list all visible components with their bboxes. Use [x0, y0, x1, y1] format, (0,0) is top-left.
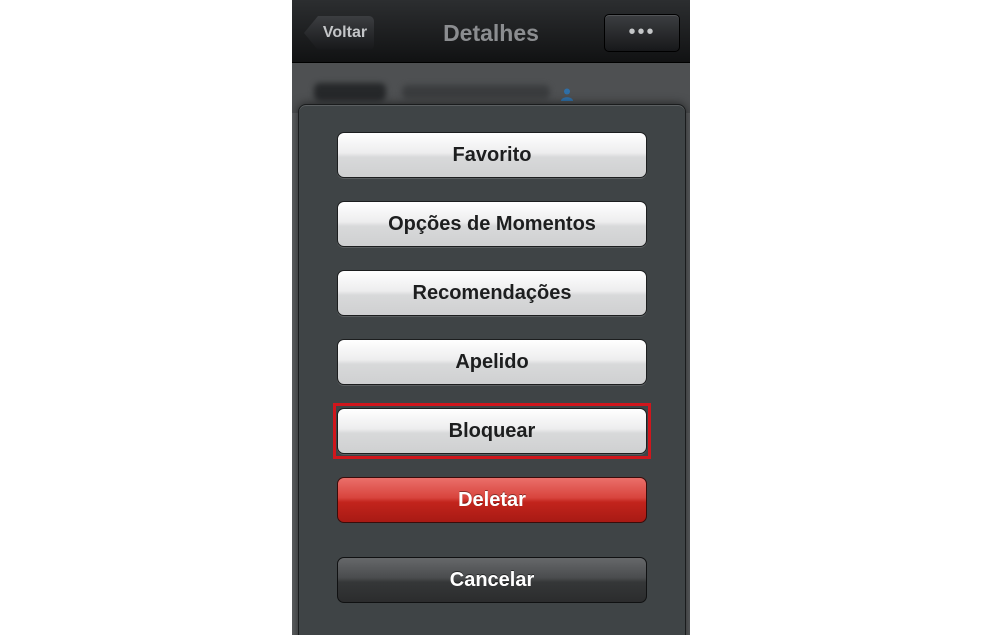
action-sheet: Favorito Opções de Momentos Recomendaçõe… — [298, 104, 686, 635]
navigation-bar: Voltar Detalhes ••• — [292, 0, 690, 63]
person-icon-graphic — [561, 88, 573, 101]
delete-button[interactable]: Deletar — [337, 477, 647, 523]
cancel-button[interactable]: Cancelar — [337, 557, 647, 603]
nickname-button[interactable]: Apelido — [337, 339, 647, 385]
page-title: Detalhes — [443, 20, 539, 46]
phone-screen: Voltar Detalhes ••• Favorito Opções de M… — [292, 0, 690, 635]
favorite-button[interactable]: Favorito — [337, 132, 647, 178]
moments-options-button[interactable]: Opções de Momentos — [337, 201, 647, 247]
more-options-button[interactable]: ••• — [604, 14, 680, 52]
back-button[interactable]: Voltar — [304, 16, 374, 50]
person-icon — [560, 87, 574, 101]
blurred-contact-detail — [402, 85, 550, 99]
recommendations-button[interactable]: Recomendações — [337, 270, 647, 316]
highlight-annotation — [333, 403, 651, 459]
blurred-contact-name — [314, 83, 386, 101]
